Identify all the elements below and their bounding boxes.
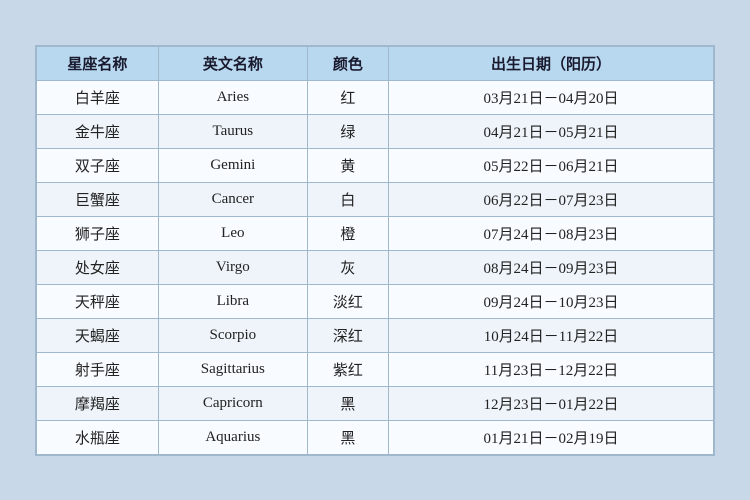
cell-zh: 狮子座 [37,216,159,250]
cell-en: Capricorn [158,386,307,420]
cell-date: 04月21日－05月21日 [389,114,714,148]
cell-color: 紫红 [307,352,388,386]
cell-zh: 天蝎座 [37,318,159,352]
cell-date: 05月22日－06月21日 [389,148,714,182]
cell-color: 橙 [307,216,388,250]
cell-date: 08月24日－09月23日 [389,250,714,284]
table-row: 巨蟹座Cancer白06月22日－07月23日 [37,182,714,216]
cell-color: 红 [307,80,388,114]
table-row: 处女座Virgo灰08月24日－09月23日 [37,250,714,284]
cell-en: Aquarius [158,420,307,454]
cell-zh: 巨蟹座 [37,182,159,216]
header-date: 出生日期（阳历） [389,46,714,80]
cell-date: 01月21日－02月19日 [389,420,714,454]
cell-color: 黑 [307,420,388,454]
cell-date: 09月24日－10月23日 [389,284,714,318]
cell-en: Sagittarius [158,352,307,386]
table-row: 狮子座Leo橙07月24日－08月23日 [37,216,714,250]
cell-date: 07月24日－08月23日 [389,216,714,250]
cell-zh: 天秤座 [37,284,159,318]
table-row: 金牛座Taurus绿04月21日－05月21日 [37,114,714,148]
cell-zh: 双子座 [37,148,159,182]
cell-en: Leo [158,216,307,250]
zodiac-table-container: 星座名称 英文名称 颜色 出生日期（阳历） 白羊座Aries红03月21日－04… [35,45,715,456]
header-color: 颜色 [307,46,388,80]
cell-color: 绿 [307,114,388,148]
table-row: 水瓶座Aquarius黑01月21日－02月19日 [37,420,714,454]
cell-en: Aries [158,80,307,114]
cell-zh: 处女座 [37,250,159,284]
cell-date: 03月21日－04月20日 [389,80,714,114]
cell-en: Taurus [158,114,307,148]
header-zh: 星座名称 [37,46,159,80]
cell-date: 10月24日－11月22日 [389,318,714,352]
cell-date: 12月23日－01月22日 [389,386,714,420]
cell-color: 黑 [307,386,388,420]
cell-date: 11月23日－12月22日 [389,352,714,386]
cell-color: 淡红 [307,284,388,318]
table-body: 白羊座Aries红03月21日－04月20日金牛座Taurus绿04月21日－0… [37,80,714,454]
table-row: 天秤座Libra淡红09月24日－10月23日 [37,284,714,318]
cell-en: Virgo [158,250,307,284]
header-en: 英文名称 [158,46,307,80]
zodiac-table: 星座名称 英文名称 颜色 出生日期（阳历） 白羊座Aries红03月21日－04… [36,46,714,455]
cell-color: 白 [307,182,388,216]
table-header-row: 星座名称 英文名称 颜色 出生日期（阳历） [37,46,714,80]
cell-color: 深红 [307,318,388,352]
cell-zh: 射手座 [37,352,159,386]
table-row: 天蝎座Scorpio深红10月24日－11月22日 [37,318,714,352]
cell-en: Libra [158,284,307,318]
table-row: 射手座Sagittarius紫红11月23日－12月22日 [37,352,714,386]
cell-zh: 摩羯座 [37,386,159,420]
cell-en: Scorpio [158,318,307,352]
cell-zh: 水瓶座 [37,420,159,454]
cell-date: 06月22日－07月23日 [389,182,714,216]
table-row: 白羊座Aries红03月21日－04月20日 [37,80,714,114]
table-row: 双子座Gemini黄05月22日－06月21日 [37,148,714,182]
cell-en: Cancer [158,182,307,216]
cell-zh: 金牛座 [37,114,159,148]
cell-zh: 白羊座 [37,80,159,114]
cell-color: 灰 [307,250,388,284]
cell-en: Gemini [158,148,307,182]
cell-color: 黄 [307,148,388,182]
table-row: 摩羯座Capricorn黑12月23日－01月22日 [37,386,714,420]
